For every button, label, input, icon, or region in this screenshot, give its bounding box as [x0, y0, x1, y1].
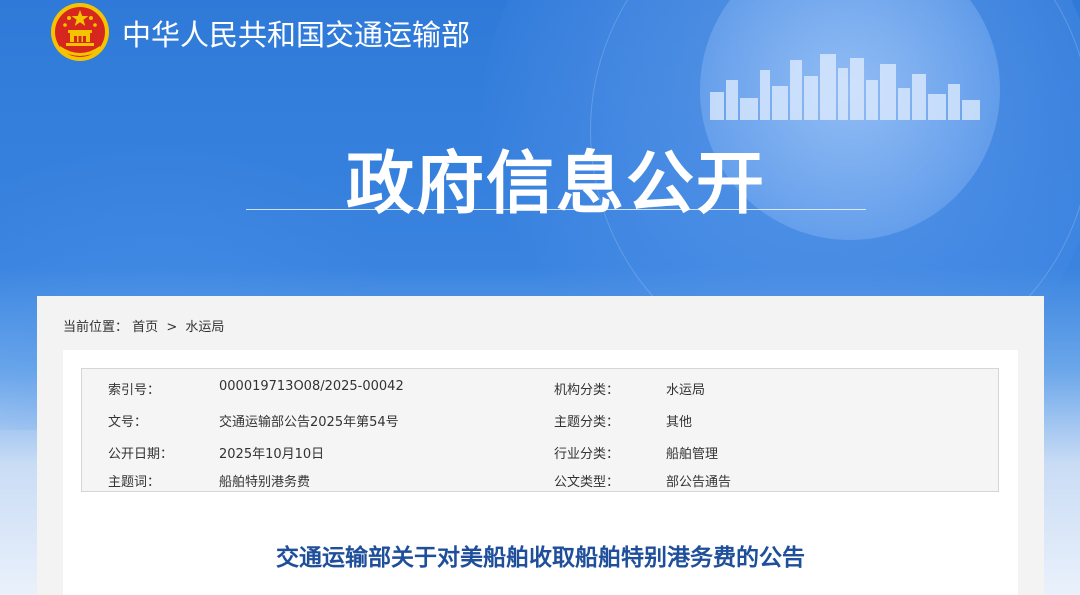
- metadata-value: 其他: [666, 415, 693, 430]
- title-underline: [246, 209, 866, 210]
- breadcrumb-water-bureau-link[interactable]: 水运局: [185, 320, 224, 335]
- document-card: 索引号： 000019713O08/2025-00042 机构分类： 水运局 文…: [63, 350, 1018, 595]
- breadcrumb: 当前位置： 首页 > 水运局: [63, 316, 224, 335]
- metadata-label: 主题词：: [108, 475, 161, 490]
- metadata-row: 文号： 交通运输部公告2025年第54号 主题分类： 其他: [82, 411, 1000, 433]
- metadata-value: 船舶管理: [666, 447, 719, 462]
- metadata-table: 索引号： 000019713O08/2025-00042 机构分类： 水运局 文…: [81, 368, 999, 492]
- metadata-value: 2025年10月10日: [219, 447, 325, 462]
- metadata-value: 部公告通告: [666, 475, 732, 490]
- metadata-row: 索引号： 000019713O08/2025-00042 机构分类： 水运局: [82, 379, 1000, 401]
- metadata-value: 水运局: [666, 383, 706, 398]
- metadata-label: 机构分类：: [554, 383, 620, 398]
- metadata-label: 主题分类：: [554, 415, 620, 430]
- content-panel: 当前位置： 首页 > 水运局 索引号： 000019713O08/2025-00…: [37, 296, 1044, 595]
- metadata-label: 索引号：: [108, 383, 161, 398]
- breadcrumb-separator: >: [166, 320, 178, 335]
- metadata-label: 公文类型：: [554, 475, 620, 490]
- ministry-name[interactable]: 中华人民共和国交通运输部: [122, 12, 470, 54]
- metadata-label: 行业分类：: [554, 447, 620, 462]
- city-skyline-decoration: [710, 54, 980, 120]
- metadata-value: 交通运输部公告2025年第54号: [219, 415, 399, 430]
- metadata-row: 主题词： 船舶特别港务费 公文类型： 部公告通告: [82, 471, 1000, 493]
- breadcrumb-home-link[interactable]: 首页: [132, 320, 158, 335]
- metadata-row: 公开日期： 2025年10月10日 行业分类： 船舶管理: [82, 443, 1000, 465]
- breadcrumb-prefix: 当前位置：: [63, 320, 129, 335]
- national-emblem-icon: [51, 3, 109, 61]
- metadata-value: 船舶特别港务费: [219, 475, 311, 490]
- document-title: 交通运输部关于对美船舶收取船舶特别港务费的公告: [276, 545, 805, 571]
- metadata-value: 000019713O08/2025-00042: [219, 379, 404, 394]
- metadata-label: 文号：: [108, 415, 148, 430]
- metadata-label: 公开日期：: [108, 447, 174, 462]
- section-title: 政府信息公开: [345, 145, 766, 224]
